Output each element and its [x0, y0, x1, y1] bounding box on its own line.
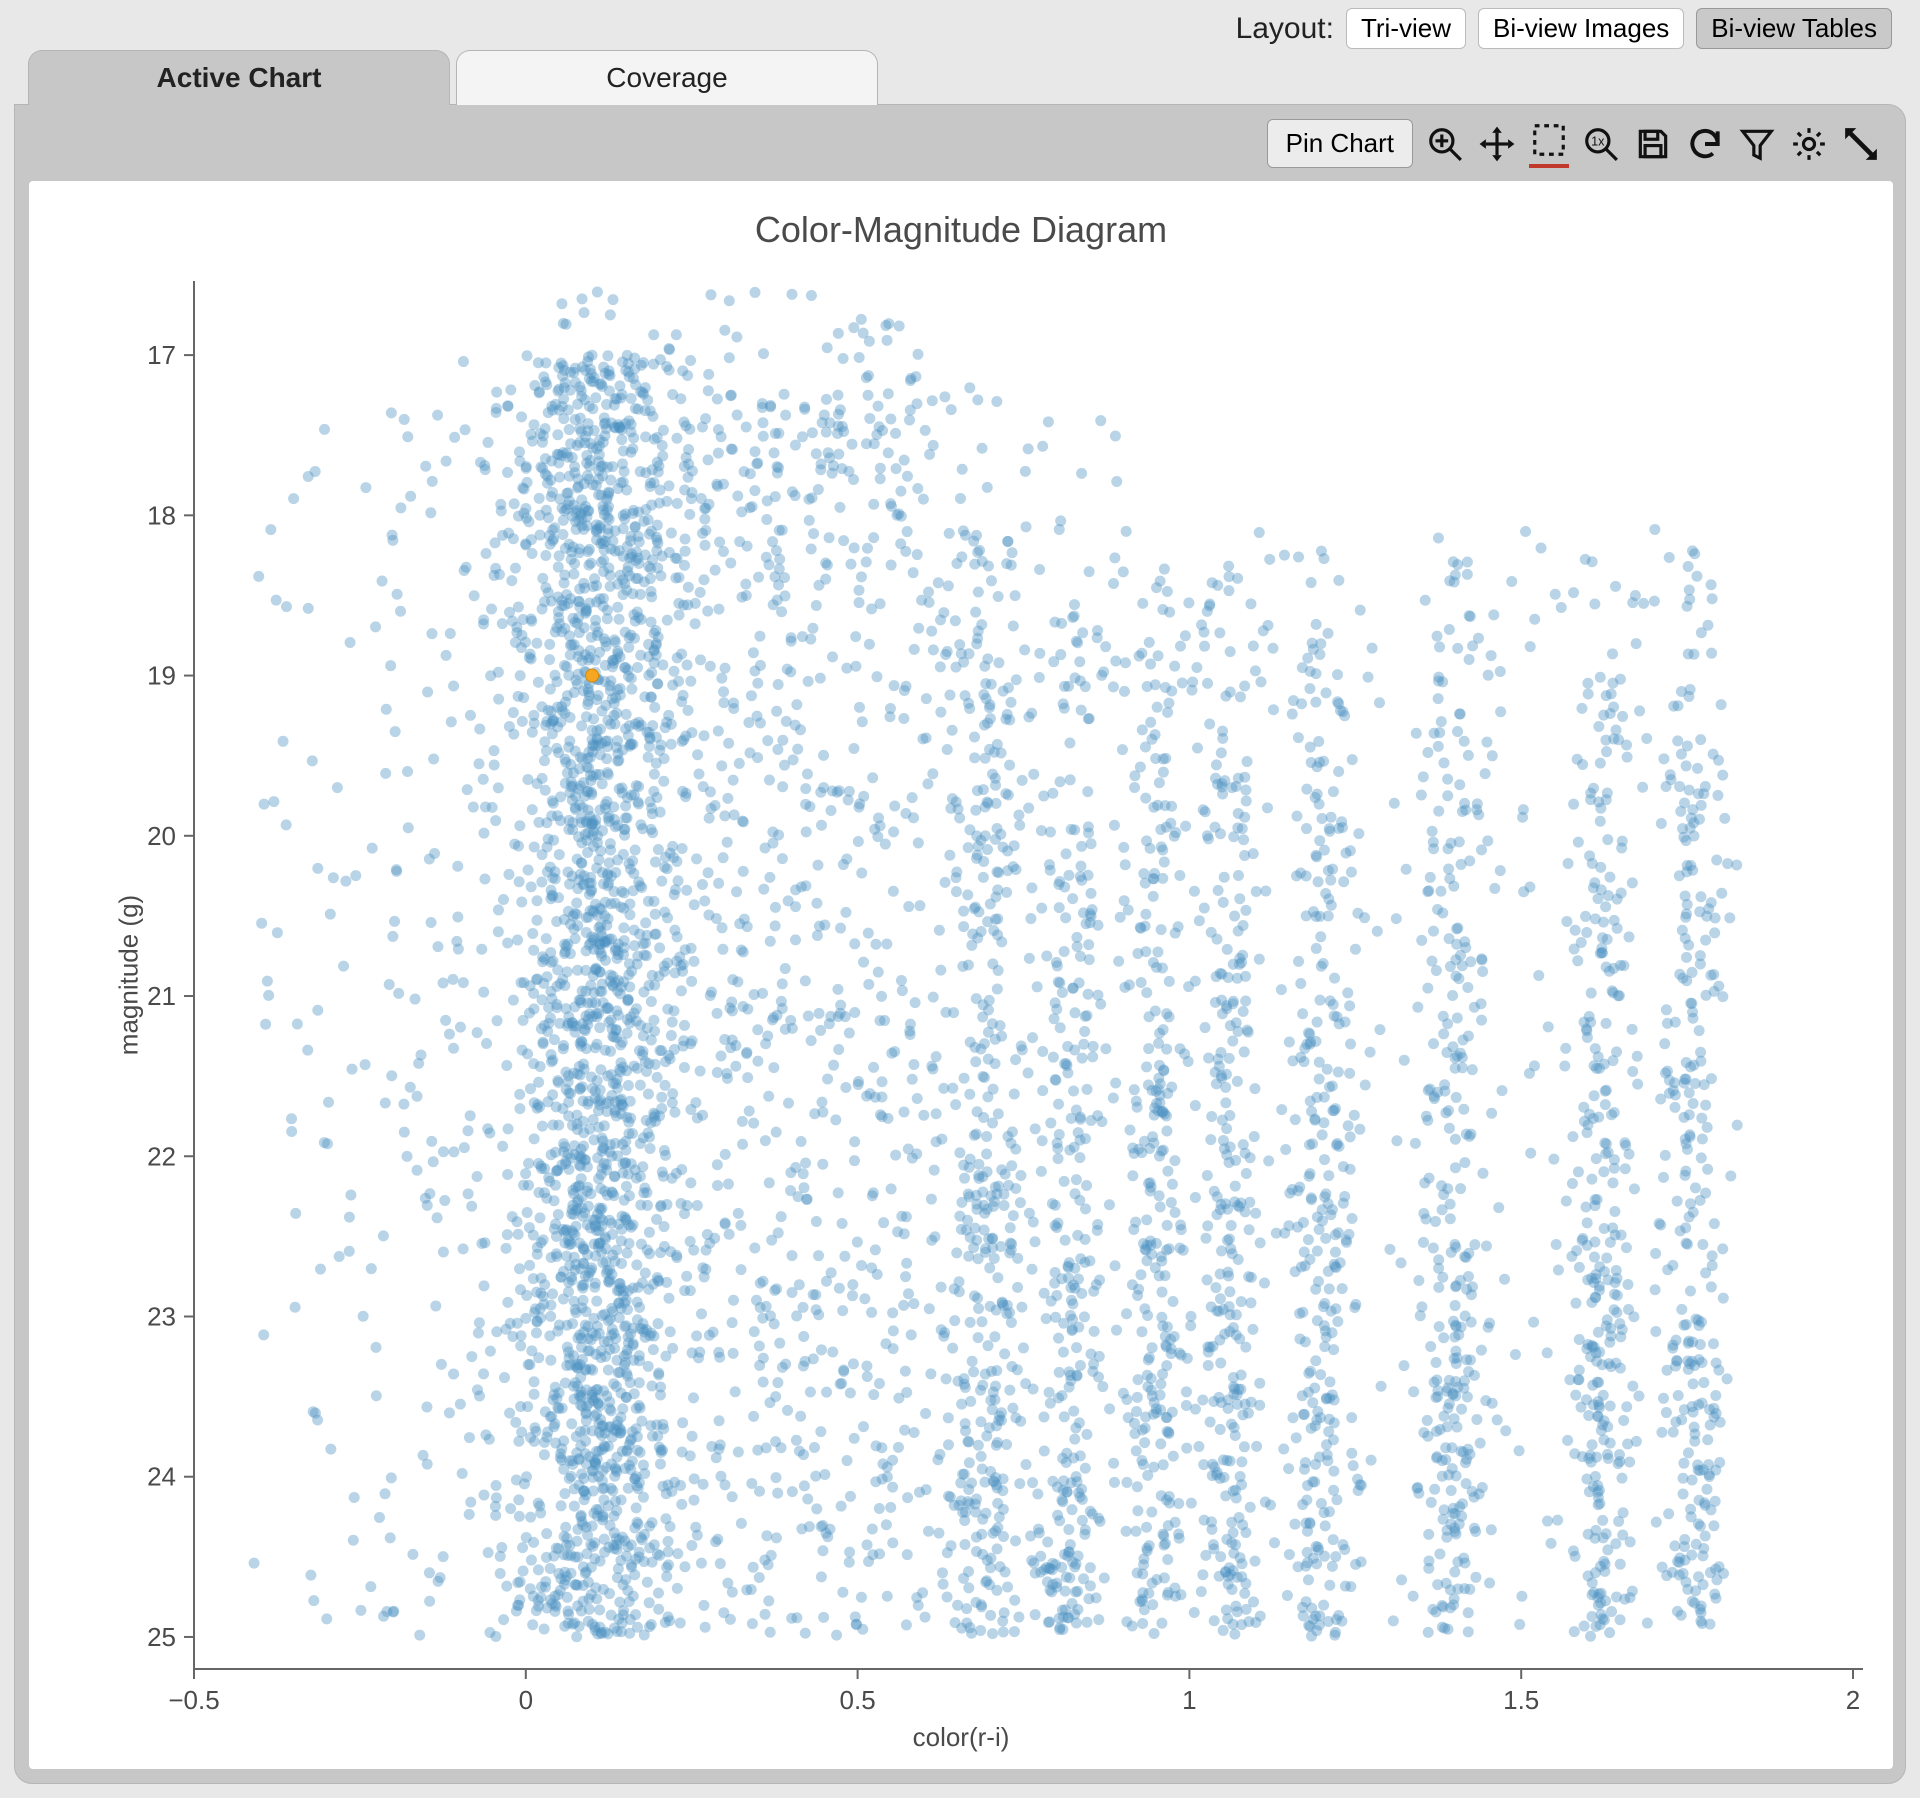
svg-text:25: 25: [147, 1622, 176, 1652]
filter-icon[interactable]: [1737, 124, 1777, 164]
layout-label: Layout:: [1236, 12, 1334, 46]
pan-icon[interactable]: [1477, 124, 1517, 164]
undo-icon[interactable]: [1685, 124, 1725, 164]
svg-text:1: 1: [1182, 1685, 1196, 1715]
tab-active-chart[interactable]: Active Chart: [28, 50, 450, 105]
svg-text:17: 17: [147, 340, 176, 370]
tab-strip: Active Chart Coverage: [28, 50, 878, 105]
layout-selector: Layout: Tri-view Bi-view Images Bi-view …: [1236, 8, 1892, 49]
tab-coverage[interactable]: Coverage: [456, 50, 878, 105]
scatter-plot[interactable]: 17 18 19 20 21 22 23 24 25 −0.5 0 0.5 1 1.5 2: [29, 181, 1893, 1769]
pin-chart-button[interactable]: Pin Chart: [1267, 119, 1413, 168]
svg-text:1.5: 1.5: [1503, 1685, 1539, 1715]
layout-btn-bi-view-tables[interactable]: Bi-view Tables: [1696, 8, 1892, 49]
zoom-in-icon[interactable]: [1425, 124, 1465, 164]
select-icon[interactable]: [1529, 120, 1569, 168]
layout-btn-tri-view[interactable]: Tri-view: [1346, 8, 1466, 49]
svg-text:18: 18: [147, 500, 176, 530]
svg-text:23: 23: [147, 1301, 176, 1331]
zoom-reset-icon[interactable]: 1x: [1581, 124, 1621, 164]
svg-text:0: 0: [519, 1685, 533, 1715]
svg-text:2: 2: [1846, 1685, 1860, 1715]
expand-icon[interactable]: [1841, 124, 1881, 164]
svg-text:0.5: 0.5: [840, 1685, 876, 1715]
svg-text:−0.5: −0.5: [168, 1685, 219, 1715]
save-icon[interactable]: [1633, 124, 1673, 164]
svg-text:22: 22: [147, 1141, 176, 1171]
settings-icon[interactable]: [1789, 124, 1829, 164]
svg-text:24: 24: [147, 1462, 176, 1492]
svg-text:21: 21: [147, 981, 176, 1011]
svg-text:20: 20: [147, 821, 176, 851]
svg-text:1x: 1x: [1591, 134, 1605, 148]
chart-toolbar: Pin Chart 1x: [1267, 119, 1881, 168]
svg-text:19: 19: [147, 661, 176, 691]
chart-panel: Pin Chart 1x: [14, 104, 1906, 1784]
plot-surface[interactable]: Color-Magnitude Diagram magnitude (g) co…: [29, 181, 1893, 1769]
layout-btn-bi-view-images[interactable]: Bi-view Images: [1478, 8, 1684, 49]
